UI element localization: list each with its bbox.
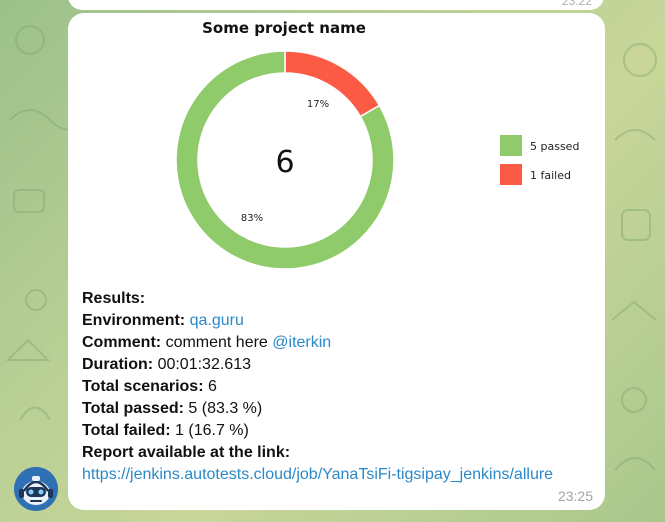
chart-center-label: 6 bbox=[275, 145, 294, 180]
results-label: Results: bbox=[82, 290, 146, 307]
environment-label: Environment: bbox=[82, 312, 186, 329]
bot-avatar[interactable] bbox=[14, 467, 58, 511]
report-link[interactable]: https://jenkins.autotests.cloud/job/Yana… bbox=[82, 466, 553, 483]
donut-chart: Some project name 17% 83% 6 5 passed 1 fai… bbox=[175, 19, 579, 270]
report-label: Report available at the link: bbox=[82, 444, 291, 461]
legend-label-failed: 1 failed bbox=[530, 169, 571, 182]
previous-message-bubble: 23:22 bbox=[68, 0, 604, 10]
slice-percent-label-failed: 17% bbox=[307, 99, 329, 110]
environment-link[interactable]: qa.guru bbox=[190, 312, 244, 329]
mention-link[interactable]: @iterkin bbox=[272, 334, 331, 351]
legend-swatch-passed bbox=[500, 135, 522, 156]
total-scenarios-label: Total scenarios: bbox=[82, 378, 204, 395]
total-scenarios-value: 6 bbox=[207, 378, 217, 395]
slice-percent-label-passed: 83% bbox=[241, 213, 263, 224]
total-failed-value: 1 (16.7 %) bbox=[175, 422, 249, 439]
legend-swatch-failed bbox=[500, 164, 522, 185]
results-text: Results: Environment: qa.guru Comment: c… bbox=[82, 288, 597, 486]
message-bubble[interactable]: Some project name 17% 83% 6 5 passed 1 fai… bbox=[68, 13, 605, 510]
robot-icon bbox=[14, 467, 58, 511]
comment-text: comment here bbox=[165, 334, 268, 351]
chart-title: Some project name bbox=[202, 19, 366, 37]
duration-label: Duration: bbox=[82, 356, 154, 373]
total-passed-value: 5 (83.3 %) bbox=[188, 400, 263, 417]
donut-slice-failed bbox=[284, 50, 381, 118]
previous-message-time: 23:22 bbox=[561, 0, 592, 8]
total-failed-label: Total failed: bbox=[82, 422, 171, 439]
comment-label: Comment: bbox=[82, 334, 162, 351]
legend-label-passed: 5 passed bbox=[530, 140, 579, 153]
duration-value: 00:01:32.613 bbox=[157, 356, 251, 373]
message-time: 23:25 bbox=[557, 488, 593, 504]
total-passed-label: Total passed: bbox=[82, 400, 184, 417]
